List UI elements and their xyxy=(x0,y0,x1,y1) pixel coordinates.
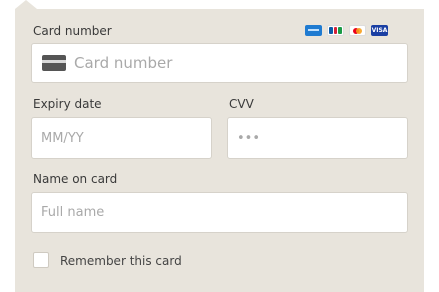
card-number-input[interactable] xyxy=(74,54,407,72)
expiry-date-label: Expiry date xyxy=(33,97,102,111)
card-number-field[interactable] xyxy=(31,43,408,83)
card-brands: VISA xyxy=(305,25,388,36)
cvv-input[interactable] xyxy=(237,130,407,146)
remember-card-label[interactable]: Remember this card xyxy=(60,254,182,268)
name-on-card-label: Name on card xyxy=(33,172,118,186)
amex-icon xyxy=(305,25,322,36)
card-number-label: Card number xyxy=(33,24,112,38)
cvv-label: CVV xyxy=(229,97,254,111)
expiry-date-field[interactable] xyxy=(31,117,212,159)
remember-card-checkbox[interactable] xyxy=(33,252,49,268)
name-on-card-field[interactable] xyxy=(31,192,408,233)
visa-icon: VISA xyxy=(371,25,388,36)
name-on-card-input[interactable] xyxy=(41,205,407,220)
mastercard-icon xyxy=(349,25,366,36)
cvv-field[interactable] xyxy=(227,117,408,159)
jcb-icon xyxy=(327,25,344,36)
credit-card-icon xyxy=(42,55,66,71)
expiry-date-input[interactable] xyxy=(41,130,211,146)
panel-pointer xyxy=(15,0,37,9)
